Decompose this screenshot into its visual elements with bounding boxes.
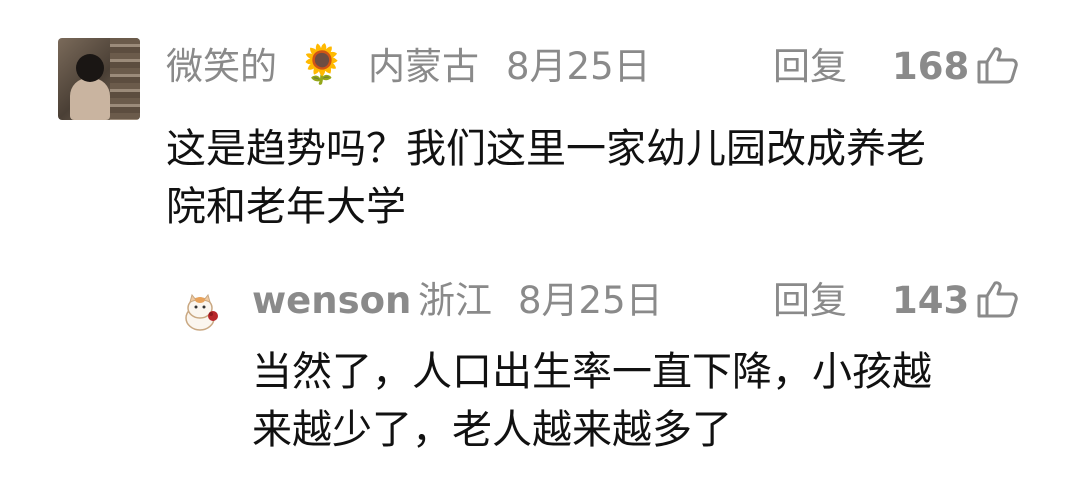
- avatar-figure-head: [76, 54, 104, 82]
- comment-thread: 微笑的 🌻 内蒙古 8月25日 回复 168 这是趋势吗？我们这里一家幼儿园改成…: [0, 0, 1080, 487]
- reply-location: 浙江: [418, 279, 492, 322]
- reply-text-line: 来越少了，老人越来越多了: [252, 407, 732, 453]
- comment-text-line: 院和老年大学: [166, 184, 406, 230]
- reply-button[interactable]: 回复: [773, 48, 847, 85]
- thumbs-up-icon[interactable]: [976, 46, 1018, 84]
- reply-button[interactable]: 回复: [773, 282, 847, 319]
- comment-text: 这是趋势吗？我们这里一家幼儿园改成养老 院和老年大学: [166, 120, 1046, 236]
- reply-text-line: 当然了，人口出生率一直下降，小孩越: [252, 349, 932, 395]
- avatar[interactable]: [180, 292, 222, 334]
- comment-author-name[interactable]: 微笑的: [166, 48, 277, 85]
- sunflower-icon: 🌻: [298, 42, 346, 86]
- comment-text-line: 这是趋势吗？我们这里一家幼儿园改成养老: [166, 126, 926, 172]
- reply-text: 当然了，人口出生率一直下降，小孩越 来越少了，老人越来越多了: [252, 343, 1052, 459]
- comment-location: 内蒙古: [368, 45, 479, 88]
- reply-date: 8月25日: [518, 279, 663, 322]
- like-count: 143: [892, 279, 970, 322]
- avatar-bookshelf: [110, 38, 140, 120]
- avatar-figure-body: [70, 78, 110, 120]
- comment-date: 8月25日: [506, 45, 651, 88]
- reply-author-name[interactable]: wenson: [252, 282, 411, 319]
- thumbs-up-icon[interactable]: [976, 280, 1018, 318]
- avatar[interactable]: [58, 38, 140, 120]
- like-count: 168: [892, 45, 970, 88]
